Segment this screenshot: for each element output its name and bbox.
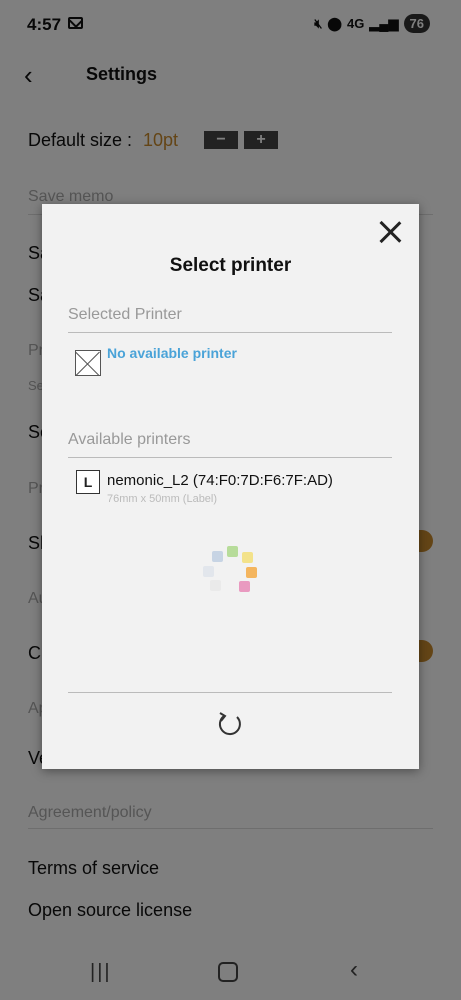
divider: [68, 457, 392, 458]
no-printer-text: No available printer: [107, 345, 237, 361]
select-printer-dialog: Select printer Selected Printer No avail…: [42, 204, 419, 769]
printer-name[interactable]: nemonic_L2 (74:F0:7D:F6:7F:AD): [107, 472, 333, 489]
refresh-icon[interactable]: [216, 711, 244, 739]
selected-printer-section: Selected Printer: [68, 306, 182, 323]
no-printer-icon: [75, 350, 101, 376]
available-printers-section: Available printers: [68, 431, 191, 448]
divider: [68, 692, 392, 693]
loading-spinner-icon: [202, 546, 262, 606]
printer-spec: 76mm x 50mm (Label): [107, 493, 218, 505]
divider: [68, 332, 392, 333]
dialog-title: Select printer: [169, 255, 292, 276]
label-type-icon: L: [76, 470, 100, 494]
close-icon[interactable]: [378, 220, 402, 244]
